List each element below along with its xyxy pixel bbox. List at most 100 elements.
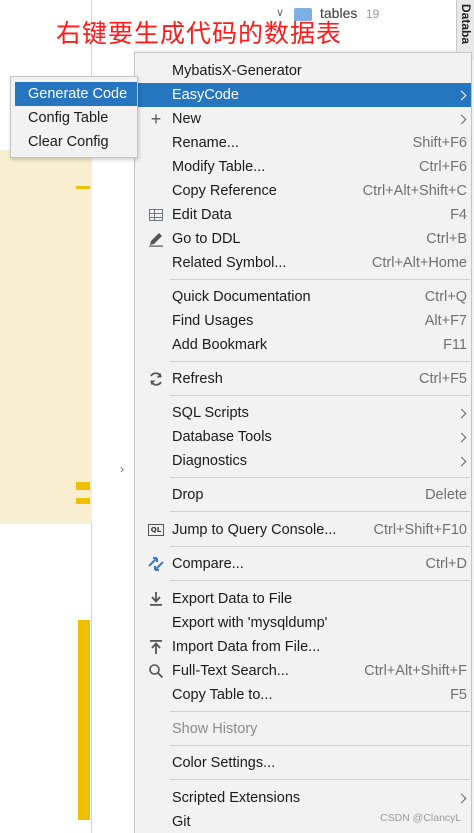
menu-item-label: New bbox=[172, 111, 202, 127]
menu-separator bbox=[170, 745, 470, 746]
submenu-item-generate-code[interactable]: Generate Code bbox=[15, 82, 137, 106]
menu-item-sql-scripts[interactable]: SQL Scripts bbox=[135, 401, 471, 425]
menu-item-find-usages[interactable]: Find Usages Alt+F7 bbox=[135, 309, 471, 333]
menu-item-edit-data[interactable]: Edit Data F4 bbox=[135, 203, 471, 227]
menu-separator bbox=[170, 546, 470, 547]
chevron-right-icon bbox=[456, 793, 467, 803]
menu-item-label: Scripted Extensions bbox=[172, 790, 301, 806]
menu-item-go-to-ddl[interactable]: Go to DDL Ctrl+B bbox=[135, 227, 471, 251]
menu-item-compare[interactable]: Compare... Ctrl+D bbox=[135, 552, 471, 576]
menu-item-modify-table[interactable]: Modify Table... Ctrl+F6 bbox=[135, 155, 471, 179]
table-icon bbox=[147, 206, 165, 224]
menu-item-label: Find Usages bbox=[172, 313, 254, 329]
menu-item-diagnostics[interactable]: Diagnostics bbox=[135, 449, 471, 473]
database-side-tab-label: Databa bbox=[459, 4, 473, 45]
chevron-right-icon bbox=[456, 408, 467, 418]
menu-item-export-mysqldump[interactable]: Export with 'mysqldump' bbox=[135, 611, 471, 635]
menu-item-label: Drop bbox=[172, 487, 204, 503]
menu-item-drop[interactable]: Drop Delete bbox=[135, 483, 471, 507]
menu-item-label: MybatisX-Generator bbox=[172, 63, 302, 79]
menu-item-shortcut: Ctrl+D bbox=[425, 556, 468, 572]
menu-item-label: EasyCode bbox=[172, 87, 239, 103]
menu-item-shortcut: Ctrl+F6 bbox=[419, 159, 467, 175]
database-side-tab[interactable]: Databa bbox=[456, 0, 474, 60]
menu-item-label: Export Data to File bbox=[172, 591, 293, 607]
menu-item-label: Add Bookmark bbox=[172, 337, 268, 353]
menu-item-quick-documentation[interactable]: Quick Documentation Ctrl+Q bbox=[135, 285, 471, 309]
menu-item-import-data-from-file[interactable]: Import Data from File... bbox=[135, 635, 471, 659]
watermark: CSDN @ClancyL bbox=[380, 812, 462, 824]
menu-item-label: Edit Data bbox=[172, 207, 232, 223]
change-marker-strip bbox=[78, 620, 90, 820]
change-marker bbox=[76, 482, 90, 490]
menu-item-shortcut: F5 bbox=[450, 687, 467, 703]
change-marker bbox=[76, 498, 90, 504]
refresh-icon bbox=[147, 370, 165, 388]
menu-separator bbox=[170, 779, 470, 780]
menu-item-label: Color Settings... bbox=[172, 755, 276, 771]
submenu-item-label: Clear Config bbox=[28, 134, 109, 150]
menu-item-label: Jump to Query Console... bbox=[172, 522, 337, 538]
query-console-icon: QL bbox=[147, 521, 165, 539]
tree-count: 19 bbox=[366, 7, 380, 21]
menu-item-rename[interactable]: Rename... Shift+F6 bbox=[135, 131, 471, 155]
easycode-submenu: Generate Code Config Table Clear Config bbox=[10, 76, 138, 158]
pencil-icon bbox=[147, 230, 165, 248]
menu-item-label: Database Tools bbox=[172, 429, 272, 445]
menu-item-shortcut: Delete bbox=[425, 487, 467, 503]
menu-item-show-history: Show History bbox=[135, 717, 471, 741]
context-menu: MybatisX-Generator EasyCode + New Rename… bbox=[134, 52, 472, 833]
menu-item-label: Modify Table... bbox=[172, 159, 266, 175]
download-icon bbox=[147, 590, 165, 608]
menu-item-label: Go to DDL bbox=[172, 231, 241, 247]
menu-item-shortcut: F11 bbox=[443, 337, 467, 353]
menu-item-copy-reference[interactable]: Copy Reference Ctrl+Alt+Shift+C bbox=[135, 179, 471, 203]
menu-item-label: Import Data from File... bbox=[172, 639, 321, 655]
menu-item-full-text-search[interactable]: Full-Text Search... Ctrl+Alt+Shift+F bbox=[135, 659, 471, 683]
menu-item-add-bookmark[interactable]: Add Bookmark F11 bbox=[135, 333, 471, 357]
menu-item-refresh[interactable]: Refresh Ctrl+F5 bbox=[135, 367, 471, 391]
menu-item-shortcut: Ctrl+Alt+Home bbox=[371, 255, 467, 271]
menu-item-easycode[interactable]: EasyCode bbox=[135, 83, 471, 107]
menu-item-scripted-extensions[interactable]: Scripted Extensions bbox=[135, 786, 471, 810]
highlighted-code-area bbox=[0, 150, 92, 524]
menu-separator bbox=[170, 580, 470, 581]
menu-item-shortcut: Ctrl+Q bbox=[424, 289, 467, 305]
menu-separator bbox=[170, 279, 470, 280]
menu-item-database-tools[interactable]: Database Tools bbox=[135, 425, 471, 449]
menu-item-color-settings[interactable]: Color Settings... bbox=[135, 751, 471, 775]
submenu-item-label: Config Table bbox=[28, 110, 109, 126]
expand-chevron-icon[interactable]: › bbox=[120, 462, 124, 476]
menu-item-mybatisx-generator[interactable]: MybatisX-Generator bbox=[135, 59, 471, 83]
menu-item-shortcut: Shift+F6 bbox=[412, 135, 467, 151]
menu-item-export-data-to-file[interactable]: Export Data to File bbox=[135, 587, 471, 611]
menu-item-label: Quick Documentation bbox=[172, 289, 311, 305]
menu-item-label: Git bbox=[172, 814, 191, 830]
menu-item-shortcut: Ctrl+B bbox=[426, 231, 467, 247]
menu-item-jump-to-query-console[interactable]: QL Jump to Query Console... Ctrl+Shift+F… bbox=[135, 518, 471, 542]
change-marker bbox=[76, 186, 90, 189]
plus-icon: + bbox=[150, 108, 162, 129]
menu-separator bbox=[170, 477, 470, 478]
chevron-right-icon bbox=[456, 114, 467, 124]
menu-item-label: Copy Table to... bbox=[172, 687, 273, 703]
menu-item-related-symbol[interactable]: Related Symbol... Ctrl+Alt+Home bbox=[135, 251, 471, 275]
submenu-item-label: Generate Code bbox=[28, 86, 128, 102]
menu-item-copy-table-to[interactable]: Copy Table to... F5 bbox=[135, 683, 471, 707]
menu-item-label: SQL Scripts bbox=[172, 405, 249, 421]
compare-arrows-icon bbox=[147, 555, 165, 573]
submenu-item-config-table[interactable]: Config Table bbox=[15, 106, 137, 130]
menu-item-label: Compare... bbox=[172, 556, 244, 572]
menu-item-label: Copy Reference bbox=[172, 183, 277, 199]
chevron-right-icon bbox=[456, 456, 467, 466]
menu-separator bbox=[170, 395, 470, 396]
menu-item-label: Show History bbox=[172, 721, 258, 737]
menu-separator bbox=[170, 361, 470, 362]
menu-item-label: Full-Text Search... bbox=[172, 663, 289, 679]
annotation-caption: 右键要生成代码的数据表 bbox=[56, 19, 343, 48]
menu-item-shortcut: F4 bbox=[450, 207, 467, 223]
upload-icon bbox=[147, 638, 165, 656]
menu-item-new[interactable]: + New bbox=[135, 107, 471, 131]
submenu-item-clear-config[interactable]: Clear Config bbox=[15, 130, 137, 154]
chevron-right-icon bbox=[456, 90, 467, 100]
